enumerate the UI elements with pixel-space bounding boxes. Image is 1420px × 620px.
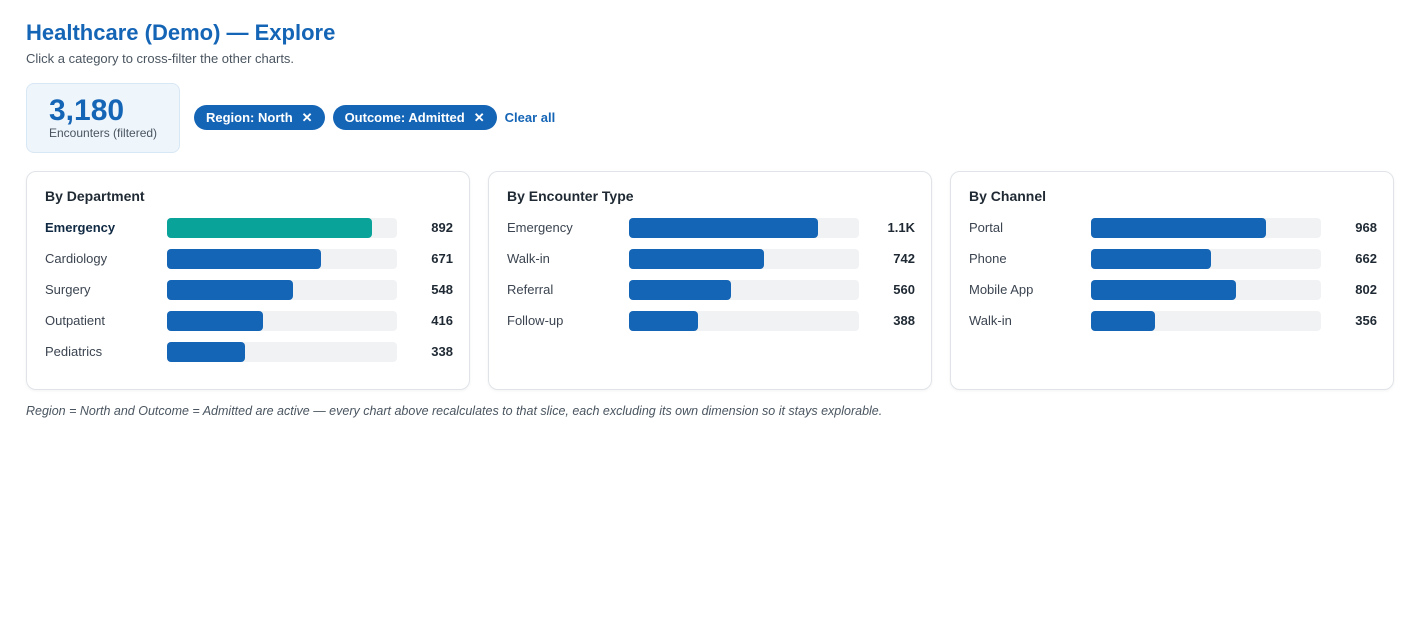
bar-track[interactable] [629, 249, 859, 269]
bar-value: 662 [1355, 251, 1377, 266]
bar-value: 1.1K [887, 220, 915, 235]
bar-track[interactable] [629, 311, 859, 331]
bar-value: 416 [431, 313, 453, 328]
filter-chip-label: Region: North [206, 110, 293, 125]
bar [1091, 218, 1267, 238]
bar-row[interactable]: Referral 560 [507, 280, 915, 311]
bar-label[interactable]: Walk-in [507, 251, 550, 266]
close-icon[interactable]: ✕ [302, 110, 313, 126]
bar-label[interactable]: Emergency [45, 220, 115, 235]
bar [167, 218, 373, 238]
bar-label[interactable]: Walk-in [969, 313, 1012, 328]
bar-value: 388 [893, 313, 915, 328]
bar-rows: Portal 968 Phone 662 Mobile App 802 Walk-in 356 [969, 218, 1377, 342]
bar-label[interactable]: Outpatient [45, 313, 105, 328]
bar [167, 280, 294, 300]
bar-value: 671 [431, 251, 453, 266]
bar-label[interactable]: Follow-up [507, 313, 563, 328]
bar-track[interactable] [629, 218, 859, 238]
bar-track[interactable] [167, 218, 397, 238]
chart-card-encounter-type: By Encounter Type Emergency 1.1K Walk-in 74… [488, 171, 932, 390]
bar [1091, 249, 1211, 269]
bar-track[interactable] [167, 280, 397, 300]
chart-card-channel: By Channel Portal 968 Phone 662 Mobile App 80… [950, 171, 1394, 390]
bar-value: 742 [893, 251, 915, 266]
filter-chip-label: Outcome: Admitted [344, 110, 465, 125]
bar-label[interactable]: Pediatrics [45, 344, 102, 359]
bar [629, 218, 818, 238]
bar-label[interactable]: Phone [969, 251, 1007, 266]
bar [1091, 280, 1237, 300]
bar-rows: Emergency 892 Cardiology 671 Surgery 548 Outpa… [45, 218, 453, 373]
chart-title: By Encounter Type [507, 188, 634, 204]
bar-value: 356 [1355, 313, 1377, 328]
bar-row[interactable]: Surgery 548 [45, 280, 453, 311]
bar-label[interactable]: Portal [969, 220, 1003, 235]
filter-chips: Region: North ✕ Outcome: Admitted ✕ Clea… [194, 105, 555, 130]
kpi-value: 3,180 [49, 94, 125, 127]
page-subtitle: Click a category to cross-filter the oth… [26, 51, 295, 66]
chart-title: By Channel [969, 188, 1047, 204]
bar-row[interactable]: Emergency 892 [45, 218, 453, 249]
bar-track[interactable] [1091, 280, 1321, 300]
bar-value: 560 [893, 282, 915, 297]
bar [629, 249, 764, 269]
kpi-card: 3,180 Encounters (filtered) [26, 83, 180, 153]
bar-track[interactable] [629, 280, 859, 300]
bar-track[interactable] [1091, 249, 1321, 269]
clear-all-link[interactable]: Clear all [505, 110, 556, 125]
bar-track[interactable] [167, 249, 397, 269]
bar-track[interactable] [1091, 218, 1321, 238]
bar-row[interactable]: Portal 968 [969, 218, 1377, 249]
bar-label[interactable]: Emergency [507, 220, 573, 235]
bar-row[interactable]: Walk-in 356 [969, 311, 1377, 342]
filter-chip-region[interactable]: Region: North ✕ [194, 105, 325, 130]
bar-track[interactable] [167, 311, 397, 331]
chart-title: By Department [45, 188, 145, 204]
bar-row[interactable]: Follow-up 388 [507, 311, 915, 342]
bar-row[interactable]: Pediatrics 338 [45, 342, 453, 373]
bar-row[interactable]: Cardiology 671 [45, 249, 453, 280]
bar-value: 548 [431, 282, 453, 297]
bar-row[interactable]: Emergency 1.1K [507, 218, 915, 249]
close-icon[interactable]: ✕ [474, 110, 485, 126]
bar-rows: Emergency 1.1K Walk-in 742 Referral 560 Follow… [507, 218, 915, 342]
bar-label[interactable]: Referral [507, 282, 553, 297]
bar [167, 249, 322, 269]
bar-track[interactable] [1091, 311, 1321, 331]
bar-value: 802 [1355, 282, 1377, 297]
bar [167, 342, 245, 362]
bar-value: 968 [1355, 220, 1377, 235]
bar [629, 311, 699, 331]
bar-label[interactable]: Surgery [45, 282, 91, 297]
chart-card-department: By Department Emergency 892 Cardiology 671 S… [26, 171, 470, 390]
bar-row[interactable]: Phone 662 [969, 249, 1377, 280]
bar-row[interactable]: Mobile App 802 [969, 280, 1377, 311]
bar-row[interactable]: Outpatient 416 [45, 311, 453, 342]
bar-label[interactable]: Mobile App [969, 282, 1033, 297]
bar [167, 311, 263, 331]
bar [629, 280, 731, 300]
bar-row[interactable]: Walk-in 742 [507, 249, 915, 280]
bar-track[interactable] [167, 342, 397, 362]
kpi-label: Encounters (filtered) [49, 126, 158, 140]
bar-value: 338 [431, 344, 453, 359]
bar-label[interactable]: Cardiology [45, 251, 107, 266]
bar-value: 892 [431, 220, 453, 235]
bar [1091, 311, 1156, 331]
footer-note: Region = North and Outcome = Admitted ar… [26, 404, 883, 418]
page-title: Healthcare (Demo) — Explore [26, 20, 336, 45]
filter-chip-outcome[interactable]: Outcome: Admitted ✕ [332, 105, 497, 130]
